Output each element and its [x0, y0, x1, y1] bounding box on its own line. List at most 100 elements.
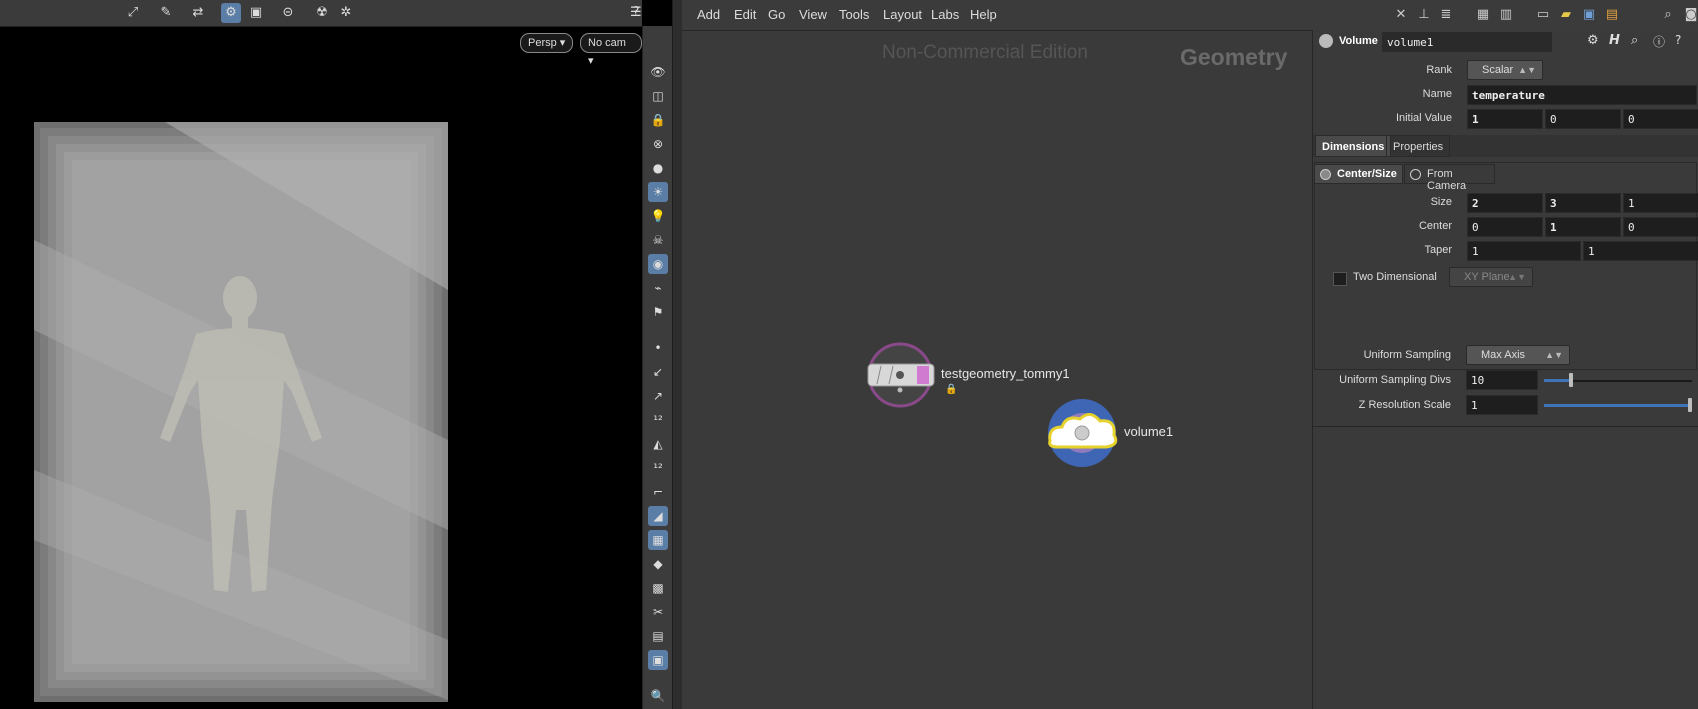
search-icon[interactable]: ⌕ — [1631, 33, 1638, 48]
testgeometry-node-icon — [867, 342, 935, 408]
prim-icon[interactable]: ◭ — [648, 434, 668, 454]
menu-tools[interactable]: Tools — [839, 7, 869, 22]
select-mode-icon[interactable]: ⤢ — [123, 3, 143, 23]
skeleton-icon[interactable]: ☠ — [648, 230, 668, 250]
menu-go[interactable]: Go — [768, 7, 785, 22]
tab-properties[interactable]: Properties — [1386, 135, 1451, 157]
rank-dropdown[interactable]: Scalar ▲▼ — [1467, 60, 1543, 80]
shading-icon[interactable]: ● — [648, 158, 668, 178]
texture-icon[interactable]: ▦ — [648, 530, 668, 550]
help-icon[interactable]: ? — [1675, 33, 1681, 47]
uniform-sampling-label: Uniform Sampling — [1363, 349, 1451, 361]
name-label: Name — [1422, 88, 1452, 100]
background-icon[interactable]: ⌁ — [648, 278, 668, 298]
eye-icon[interactable]: 👁 — [648, 62, 668, 82]
ghost-icon[interactable]: ⊝ — [278, 3, 298, 23]
tree-icon[interactable]: ⊥ — [1415, 6, 1433, 24]
sticky-note-icon[interactable]: ▰ — [1557, 6, 1575, 24]
transform-icon[interactable]: ✎ — [156, 3, 176, 23]
gear-icon[interactable]: ⚙ — [1587, 33, 1599, 48]
center-y[interactable]: 1 — [1545, 217, 1621, 237]
snapshot-icon[interactable]: ▣ — [648, 650, 668, 670]
network-editor[interactable] — [682, 0, 1312, 709]
camera-select-menu[interactable]: No cam ▾ — [580, 33, 642, 67]
viewport-side-shelf: 👁 ◫ 🔒 ⊗ ● ☀ 💡 ☠ ◉ ⌁ ⚑ • ↙ ↗ ¹² ◭ ¹² ⌐ ◢ … — [642, 26, 673, 709]
uniform-sampling-dropdown[interactable]: Max Axis ▲▼ — [1466, 345, 1570, 365]
grid-view-icon[interactable]: ▦ — [1474, 6, 1492, 24]
size-y[interactable]: 3 — [1545, 193, 1621, 213]
wireframe-icon[interactable]: ◫ — [648, 86, 668, 106]
volume-preview — [34, 122, 448, 702]
cut-icon[interactable]: ✂ — [648, 602, 668, 622]
size-z[interactable]: 1 — [1623, 193, 1698, 213]
bone-icon[interactable]: ▩ — [648, 578, 668, 598]
taper-label: Taper — [1424, 244, 1452, 256]
menu-labs[interactable]: Labs — [931, 7, 959, 22]
menu-view[interactable]: View — [799, 7, 827, 22]
uniform-divs-slider-handle[interactable] — [1569, 373, 1573, 387]
zoom-icon[interactable]: 🔍 — [648, 686, 668, 706]
info-icon[interactable]: ⓘ — [1653, 33, 1665, 50]
visualizer-icon[interactable]: ⚑ — [648, 302, 668, 322]
light-icon[interactable]: ☀ — [648, 182, 668, 202]
hide-icon[interactable]: ⊗ — [648, 134, 668, 154]
tab-dimensions[interactable]: Dimensions — [1315, 135, 1392, 157]
uniform-sampling-value: Max Axis — [1481, 349, 1526, 361]
bulb-icon[interactable]: 💡 — [648, 206, 668, 226]
list-icon[interactable]: ≣ — [1437, 6, 1455, 24]
z-resolution-slider-handle[interactable] — [1688, 398, 1692, 412]
node-type-label: Volume — [1339, 35, 1378, 47]
grid-icon[interactable]: ◢ — [648, 506, 668, 526]
taper-y[interactable]: 1 — [1583, 241, 1698, 261]
network-context-label: Geometry — [1180, 44, 1288, 70]
flatten-icon[interactable]: ◆ — [648, 554, 668, 574]
snap-icon[interactable]: ⚙ — [221, 3, 241, 23]
initial-value-x[interactable]: 1 — [1467, 109, 1543, 129]
node-testgeometry[interactable] — [865, 340, 935, 410]
taper-x[interactable]: 1 — [1467, 241, 1581, 261]
two-dimensional-checkbox[interactable] — [1333, 272, 1347, 286]
vector-icon[interactable]: ↗ — [648, 386, 668, 406]
viewport-toolbar: ⤢ ✎ ⇄ ⚙ ▣ ⊝ ☢ ✲ ? — [0, 0, 642, 27]
display-options-icon[interactable]: ▤ — [648, 626, 668, 646]
uv-icon[interactable]: ⌐ — [648, 482, 668, 502]
node-volume[interactable] — [1042, 397, 1122, 469]
node-name-field[interactable]: volume1 — [1382, 32, 1552, 52]
center-size-radio[interactable]: Center/Size — [1314, 164, 1403, 184]
menu-layout[interactable]: Layout — [883, 7, 922, 22]
help-h-icon[interactable]: H — [1609, 33, 1620, 48]
lock-icon[interactable]: 🔒 — [648, 110, 668, 130]
layout-icon[interactable]: ▥ — [1497, 6, 1515, 24]
point-number-icon[interactable]: ¹² — [648, 410, 668, 430]
search-icon[interactable]: ⌕ — [1659, 6, 1677, 24]
display-icon[interactable]: ▣ — [246, 3, 266, 23]
menu-edit[interactable]: Edit — [734, 7, 756, 22]
initial-value-z[interactable]: 0 — [1623, 109, 1698, 129]
render-icon[interactable]: ☢ — [312, 3, 332, 23]
display-options-menu-icon[interactable]: ☰ — [630, 3, 644, 23]
handle-icon[interactable]: ⇄ — [188, 3, 208, 23]
menu-help[interactable]: Help — [970, 7, 997, 22]
stack-icon[interactable]: ▤ — [1603, 6, 1621, 24]
camera-persp-menu[interactable]: Persp ▾ — [520, 33, 574, 53]
initial-value-y[interactable]: 0 — [1545, 109, 1621, 129]
camera-icon[interactable]: ◙ — [1682, 6, 1698, 24]
uniform-divs-field[interactable]: 10 — [1466, 370, 1538, 390]
tools-icon[interactable]: ✕ — [1392, 6, 1410, 24]
menu-add[interactable]: Add — [697, 7, 720, 22]
network-box-icon[interactable]: ▭ — [1534, 6, 1552, 24]
z-resolution-field[interactable]: 1 — [1466, 395, 1538, 415]
normal-icon[interactable]: ↙ — [648, 362, 668, 382]
size-x[interactable]: 2 — [1467, 193, 1543, 213]
image-icon[interactable]: ▣ — [1580, 6, 1598, 24]
camera-icon[interactable]: ◉ — [648, 254, 668, 274]
name-field[interactable]: temperature — [1467, 85, 1697, 105]
center-x[interactable]: 0 — [1467, 217, 1543, 237]
from-camera-radio[interactable]: From Camera — [1404, 164, 1495, 192]
center-z[interactable]: 0 — [1623, 217, 1698, 237]
point-icon[interactable]: • — [648, 338, 668, 358]
scene-viewport[interactable]: ⤢ ✎ ⇄ ⚙ ▣ ⊝ ☢ ✲ ? Persp ▾ No cam ▾ — [0, 0, 642, 709]
settings-icon[interactable]: ✲ — [336, 3, 356, 23]
plane-dropdown[interactable]: XY Plane ▲▼ — [1449, 267, 1533, 287]
prim-number-icon[interactable]: ¹² — [648, 458, 668, 478]
